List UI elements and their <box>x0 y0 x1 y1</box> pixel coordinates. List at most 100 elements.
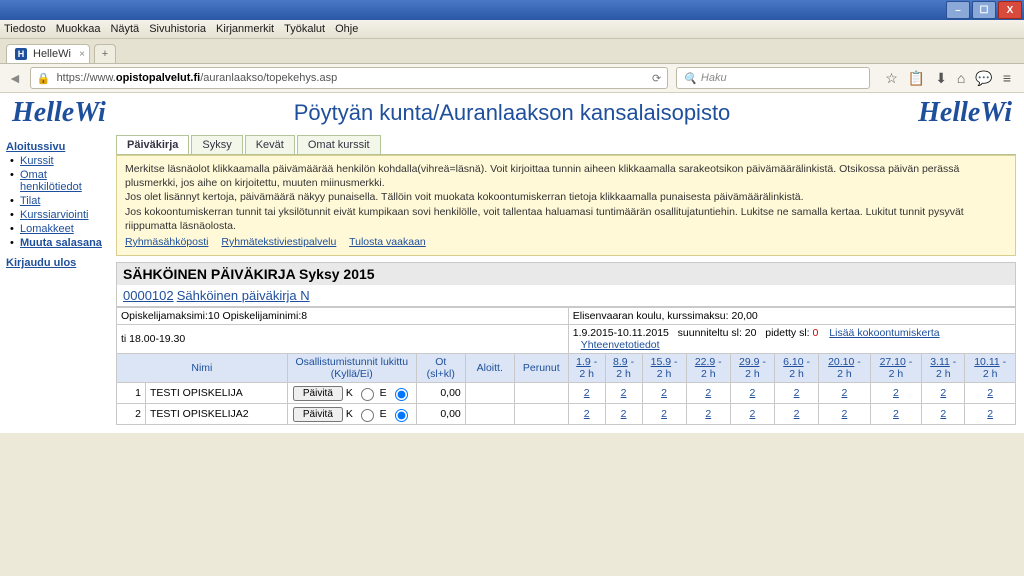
row-ot: 0,00 <box>416 404 465 425</box>
table-row: 2TESTI OPISKELIJA2Päivitä K E 0,00222222… <box>117 404 1016 425</box>
table-row: 1TESTI OPISKELIJAPäivitä K E 0,002222222… <box>117 383 1016 404</box>
row-name: TESTI OPISKELIJA <box>146 383 288 404</box>
tab-syksy[interactable]: Syksy <box>191 135 242 154</box>
attendance-cell[interactable]: 2 <box>870 404 921 425</box>
col-date[interactable]: 15.9 -2 h <box>642 354 686 383</box>
course-name-link[interactable]: Sähköinen päiväkirja N <box>177 288 310 303</box>
close-button[interactable]: X <box>998 1 1022 19</box>
tab-close-icon[interactable]: × <box>79 49 85 60</box>
attendance-cell[interactable]: 2 <box>965 383 1016 404</box>
attendance-cell[interactable]: 2 <box>730 404 774 425</box>
attendance-cell[interactable]: 2 <box>568 383 605 404</box>
col-date[interactable]: 8.9 -2 h <box>605 354 642 383</box>
lock-k: K <box>346 408 353 420</box>
update-button[interactable]: Päivitä <box>293 407 343 422</box>
sidebar-item-tilat[interactable]: Tilat <box>20 195 106 207</box>
maxmin-cell: Opiskelijamaksimi:10 Opiskelijaminimi:8 <box>117 308 569 325</box>
menu-history[interactable]: Sivuhistoria <box>149 23 206 35</box>
col-date[interactable]: 10.11 -2 h <box>965 354 1016 383</box>
browser-tab[interactable]: H HelleWi × <box>6 44 90 63</box>
menu-help[interactable]: Ohje <box>335 23 358 35</box>
new-tab-button[interactable]: + <box>94 44 116 63</box>
col-ot: Ot (sl+kl) <box>416 354 465 383</box>
attendance-cell[interactable]: 2 <box>965 404 1016 425</box>
downloads-icon[interactable]: ⬇ <box>935 70 947 87</box>
attendance-cell[interactable]: 2 <box>922 383 965 404</box>
attendance-cell[interactable]: 2 <box>605 383 642 404</box>
attendance-cell[interactable]: 2 <box>605 404 642 425</box>
menu-view[interactable]: Näytä <box>110 23 139 35</box>
menu-bookmarks[interactable]: Kirjanmerkit <box>216 23 274 35</box>
attendance-cell[interactable]: 2 <box>568 404 605 425</box>
attendance-cell[interactable]: 2 <box>922 404 965 425</box>
menu-edit[interactable]: Muokkaa <box>56 23 101 35</box>
sidebar-item-kurssit[interactable]: Kurssit <box>20 155 106 167</box>
menu-tools[interactable]: Työkalut <box>284 23 325 35</box>
add-meeting-link[interactable]: Lisää kokoontumiskerta <box>829 327 939 339</box>
col-date[interactable]: 6.10 -2 h <box>775 354 819 383</box>
url-path: /auranlaakso/topekehys.asp <box>200 72 337 84</box>
attendance-cell[interactable]: 2 <box>819 383 870 404</box>
col-date[interactable]: 20.10 -2 h <box>819 354 870 383</box>
main: Päiväkirja Syksy Kevät Omat kurssit Merk… <box>112 131 1024 433</box>
sidebar-item-henkilotiedot[interactable]: Omat henkilötiedot <box>20 169 106 193</box>
col-date[interactable]: 3.11 -2 h <box>922 354 965 383</box>
help-link-email[interactable]: Ryhmäsähköposti <box>125 236 208 248</box>
row-name: TESTI OPISKELIJA2 <box>146 404 288 425</box>
col-date[interactable]: 29.9 -2 h <box>730 354 774 383</box>
lock-e-radio[interactable] <box>395 409 408 422</box>
lock-e: E <box>380 408 387 420</box>
attendance-cell[interactable]: 2 <box>642 383 686 404</box>
row-perunut <box>514 404 568 425</box>
col-date[interactable]: 22.9 -2 h <box>686 354 730 383</box>
sidebar-logout[interactable]: Kirjaudu ulos <box>6 257 106 269</box>
course-line: 0000102 Sähköinen päiväkirja N <box>116 285 1016 307</box>
url-prefix: https://www. <box>57 72 116 84</box>
course-code-link[interactable]: 0000102 <box>123 288 174 303</box>
maximize-button[interactable]: ☐ <box>972 1 996 19</box>
attendance-cell[interactable]: 2 <box>686 404 730 425</box>
attendance-cell[interactable]: 2 <box>775 383 819 404</box>
help-box: Merkitse läsnäolot klikkaamalla päivämää… <box>116 155 1016 256</box>
sidebar-item-lomakkeet[interactable]: Lomakkeet <box>20 223 106 235</box>
clipboard-icon[interactable]: 📋 <box>908 70 925 87</box>
menu-file[interactable]: Tiedosto <box>4 23 46 35</box>
summary-link[interactable]: Yhteenvetotiedot <box>581 339 660 351</box>
hamburger-icon[interactable]: ≡ <box>1003 70 1011 86</box>
back-icon[interactable]: ◄ <box>8 70 22 86</box>
help-link-sms[interactable]: Ryhmätekstiviestipalvelu <box>221 236 336 248</box>
home-icon[interactable]: ⌂ <box>957 70 965 86</box>
col-date[interactable]: 27.10 -2 h <box>870 354 921 383</box>
chat-icon[interactable]: 💬 <box>975 70 992 87</box>
bookmark-star-icon[interactable]: ☆ <box>885 70 898 87</box>
sidebar-item-arviointi[interactable]: Kurssiarviointi <box>20 209 106 221</box>
update-button[interactable]: Päivitä <box>293 386 343 401</box>
search-input[interactable]: 🔍 Haku <box>676 67 870 89</box>
tab-omat[interactable]: Omat kurssit <box>297 135 381 154</box>
place-cell: Elisenvaaran koulu, kurssimaksu: 20,00 <box>568 308 1015 325</box>
favicon: H <box>15 48 27 60</box>
schedule-cell: 1.9.2015-10.11.2015 suunniteltu sl: 20 p… <box>568 325 1015 354</box>
tab-title: HelleWi <box>33 48 71 60</box>
sidebar-home[interactable]: Aloitussivu <box>6 141 106 153</box>
col-perunut: Perunut <box>514 354 568 383</box>
tab-paivakirja[interactable]: Päiväkirja <box>116 135 189 154</box>
help-link-print[interactable]: Tulosta vaakaan <box>349 236 426 248</box>
lock-k-radio[interactable] <box>361 409 374 422</box>
tab-kevat[interactable]: Kevät <box>245 135 295 154</box>
attendance-cell[interactable]: 2 <box>819 404 870 425</box>
lock-e-radio[interactable] <box>395 388 408 401</box>
attendance-cell[interactable]: 2 <box>870 383 921 404</box>
reload-icon[interactable]: ⟳ <box>652 72 661 85</box>
col-date[interactable]: 1.9 -2 h <box>568 354 605 383</box>
attendance-cell[interactable]: 2 <box>730 383 774 404</box>
row-aloitt <box>465 383 514 404</box>
address-input[interactable]: 🔒 https://www.opistopalvelut.fi/auranlaa… <box>30 67 668 89</box>
brand-right: HelleWi <box>918 97 1012 129</box>
attendance-cell[interactable]: 2 <box>642 404 686 425</box>
attendance-cell[interactable]: 2 <box>686 383 730 404</box>
attendance-cell[interactable]: 2 <box>775 404 819 425</box>
lock-k-radio[interactable] <box>361 388 374 401</box>
minimize-button[interactable]: – <box>946 1 970 19</box>
sidebar-item-salasana[interactable]: Muuta salasana <box>20 237 106 249</box>
